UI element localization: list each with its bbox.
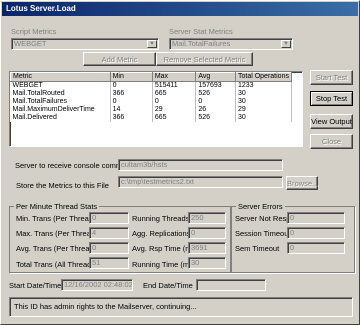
avg-cell: 526 — [195, 90, 236, 98]
start-date-time-field: 12/16/2002 02:48:02 P — [61, 279, 133, 291]
metric-cell: Mail.Delivered — [10, 114, 111, 122]
table-row[interactable]: Mail.Delivered 366 665 526 30 — [10, 114, 293, 122]
server-stat-metrics-label: Server Stat Metrics — [169, 27, 233, 36]
max-cell: 665 — [152, 90, 197, 98]
metrics-table: Metric Min Max Avg Total Operations WEBG… — [10, 72, 293, 122]
max-cell: 29 — [152, 106, 197, 114]
min-trans-field: 0 — [89, 212, 129, 224]
remove-selected-metric-button[interactable]: Remove Selected Metric — [156, 52, 253, 66]
max-cell: 665 — [152, 114, 197, 122]
script-metrics-combo[interactable]: WEBGET ▼ — [11, 38, 159, 50]
min-cell: 366 — [110, 114, 153, 122]
avg-trans-field: 0 — [89, 242, 129, 254]
total-operations-cell: 30 — [235, 114, 293, 122]
server-not-resp-label: Server Not Resp. — [235, 214, 293, 223]
max-cell: 0 — [152, 98, 197, 106]
table-row[interactable]: Mail.MaximumDeliverTime 14 29 26 29 — [10, 106, 293, 114]
server-stat-metrics-value: Mail.TotalFailures — [172, 39, 231, 48]
chevron-down-icon[interactable]: ▼ — [281, 40, 291, 48]
column-header-metric[interactable]: Metric — [10, 72, 111, 82]
max-trans-label: Max. Trans (Per Thread) — [16, 229, 98, 238]
column-header-avg[interactable]: Avg — [195, 72, 236, 82]
view-output-button[interactable]: View Output — [310, 114, 353, 129]
console-server-field[interactable]: cultam3b/hsts — [118, 159, 283, 171]
avg-rsp-time-field: 3691 — [188, 242, 226, 254]
column-header-min[interactable]: Min — [109, 72, 153, 82]
server-stat-metrics-combo[interactable]: Mail.TotalFailures ▼ — [169, 38, 293, 50]
min-cell: 0 — [110, 81, 153, 90]
metric-cell: Mail.TotalRouted — [10, 90, 111, 98]
total-operations-cell: 30 — [235, 98, 293, 106]
total-operations-cell: 29 — [235, 106, 293, 114]
max-trans-field: 4 — [89, 227, 129, 239]
table-row[interactable]: WEBGET 0 515411 157693 1233 — [10, 81, 293, 90]
sem-timeout-label: Sem Timeout — [235, 244, 280, 253]
avg-trans-label: Avg. Trans (Per Thread) — [16, 244, 97, 253]
browse-button[interactable]: Browse... — [286, 176, 318, 190]
total-operations-cell: 1233 — [235, 81, 293, 90]
metric-cell: Mail.TotalFailures — [10, 98, 111, 106]
script-metrics-label: Script Metrics — [11, 27, 57, 36]
running-time-field: 30 — [188, 257, 226, 269]
avg-cell: 26 — [195, 106, 236, 114]
close-button[interactable]: Close — [310, 134, 353, 149]
server-errors-title: Server Errors — [236, 202, 285, 211]
total-trans-field: 51 — [89, 257, 129, 269]
start-test-button[interactable]: Start Test — [310, 70, 353, 85]
store-metrics-label: Store the Metrics to this File — [16, 181, 109, 190]
add-metric-button[interactable]: Add Metric — [83, 52, 156, 66]
avg-cell: 526 — [195, 114, 236, 122]
table-header-row: Metric Min Max Avg Total Operations — [10, 72, 293, 82]
min-cell: 366 — [110, 90, 153, 98]
per-minute-thread-stats-title: Per Minute Thread Stats — [14, 202, 100, 211]
avg-cell: 157693 — [195, 81, 236, 90]
main-window: Lotus Server.Load Script Metrics WEBGET … — [0, 0, 360, 325]
store-metrics-field[interactable]: c:\tmp\testmetrics2.txt — [118, 176, 283, 188]
running-threads-field: 250 — [188, 212, 226, 224]
column-header-max[interactable]: Max — [151, 72, 197, 82]
min-cell: 14 — [110, 106, 153, 114]
running-threads-label: Running Threads — [132, 214, 190, 223]
start-date-time-label: Start Date/Time — [9, 281, 62, 290]
agg-replications-field: 0 — [188, 227, 226, 239]
max-cell: 515411 — [152, 81, 197, 90]
end-date-time-label: End Date/Time — [143, 281, 193, 290]
script-metrics-value: WEBGET — [14, 39, 47, 48]
agg-replications-label: Agg. Replications: — [132, 229, 193, 238]
total-operations-cell: 30 — [235, 90, 293, 98]
min-trans-label: Min. Trans (Per Thread) — [16, 214, 96, 223]
sem-timeout-field: 0 — [287, 242, 345, 254]
status-message: This ID has admin rights to the Mailserv… — [9, 297, 353, 317]
avg-cell: 0 — [195, 98, 236, 106]
server-not-resp-field: 0 — [287, 212, 345, 224]
session-timeout-field: 0 — [287, 227, 345, 239]
column-header-total-operations[interactable]: Total Operations — [234, 72, 293, 82]
table-row[interactable]: Mail.TotalFailures 0 0 0 30 — [10, 98, 293, 106]
table-row[interactable]: Mail.TotalRouted 366 665 526 30 — [10, 90, 293, 98]
session-timeout-label: Session Timeout — [235, 229, 291, 238]
metric-cell: WEBGET — [10, 81, 111, 90]
stop-test-button[interactable]: Stop Test — [310, 91, 353, 106]
end-date-time-field — [196, 279, 266, 291]
window-title: Lotus Server.Load — [2, 2, 358, 16]
total-trans-label: Total Trans (All Threads) — [16, 260, 98, 269]
chevron-down-icon[interactable]: ▼ — [147, 40, 157, 48]
min-cell: 0 — [110, 98, 153, 106]
metric-cell: Mail.MaximumDeliverTime — [10, 106, 111, 114]
